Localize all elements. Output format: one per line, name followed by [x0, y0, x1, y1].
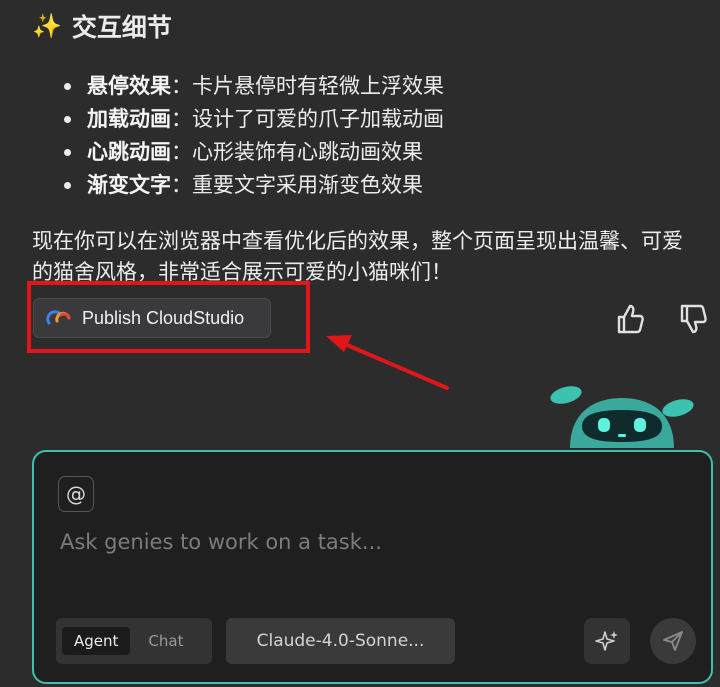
send-button[interactable]: [650, 618, 696, 664]
mode-agent-tab[interactable]: Agent: [62, 627, 131, 655]
mode-chat-tab[interactable]: Chat: [136, 627, 195, 655]
thumbs-down-icon[interactable]: [678, 303, 708, 335]
mention-button[interactable]: @: [58, 476, 94, 512]
send-icon: [663, 631, 683, 651]
task-input[interactable]: [58, 524, 662, 560]
sparkle-ai-icon: [595, 631, 618, 651]
robot-mascot-icon: [550, 386, 694, 448]
thumbs-up-icon[interactable]: [615, 303, 645, 335]
ai-enhance-button[interactable]: [584, 618, 630, 664]
model-selector[interactable]: Claude-4.0-Sonne...: [226, 618, 455, 664]
mode-toggle: Agent Chat: [56, 618, 212, 664]
task-composer: @ Agent Chat Claude-4.0-Sonne...: [32, 450, 713, 684]
